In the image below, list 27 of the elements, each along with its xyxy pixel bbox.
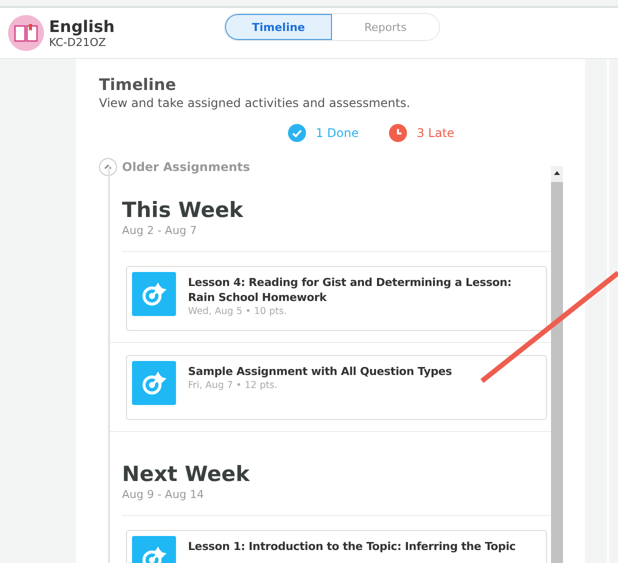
stat-count: 1 Done <box>316 126 359 140</box>
assignment-title: Lesson 4: Reading for Gist and Determining a Lesson: Rain School Homework <box>188 275 512 305</box>
course-code: KC-D21OZ <box>49 36 107 49</box>
week-title: Next Week <box>122 462 251 486</box>
tab[interactable]: Timeline <box>225 14 332 40</box>
page-title: Timeline <box>99 75 178 94</box>
week-range: Aug 2 - Aug 7 <box>122 224 551 252</box>
scroll-up-icon[interactable] <box>554 171 560 175</box>
assignment-title: Lesson 1: Introduction to the Topic: Inferring the Topic <box>188 539 516 554</box>
assignment-meta: Wed, Aug 5 • 10 pts. <box>188 306 288 317</box>
week-range: Aug 9 - Aug 14 <box>122 488 551 516</box>
course-name: English <box>49 17 115 36</box>
page-subtitle: View and take assigned activities and assessments. <box>99 96 412 110</box>
week-title: This Week <box>122 198 244 222</box>
target-icon <box>132 272 176 316</box>
book-icon <box>8 15 44 51</box>
collapse-toggle[interactable] <box>99 158 117 176</box>
check-icon <box>288 124 306 142</box>
assignment-card[interactable]: Lesson 4: Reading for Gist and Determining a Lesson: Rain School Homework Wed, Aug 5 • 10 pts. <box>126 266 547 331</box>
assignment-card[interactable]: Lesson 1: Introduction to the Topic: Inferring the Topic <box>126 530 547 563</box>
scrollbar[interactable] <box>551 166 563 563</box>
assignment-card[interactable]: Sample Assignment with All Question Types Fri, Aug 7 • 12 pts. <box>126 355 547 420</box>
stat-count: 3 Late <box>416 126 454 140</box>
assignment-title: Sample Assignment with All Question Types <box>188 364 452 379</box>
assignment-meta: Fri, Aug 7 • 12 pts. <box>188 380 278 391</box>
target-icon <box>132 361 176 405</box>
clock-icon <box>388 124 407 142</box>
